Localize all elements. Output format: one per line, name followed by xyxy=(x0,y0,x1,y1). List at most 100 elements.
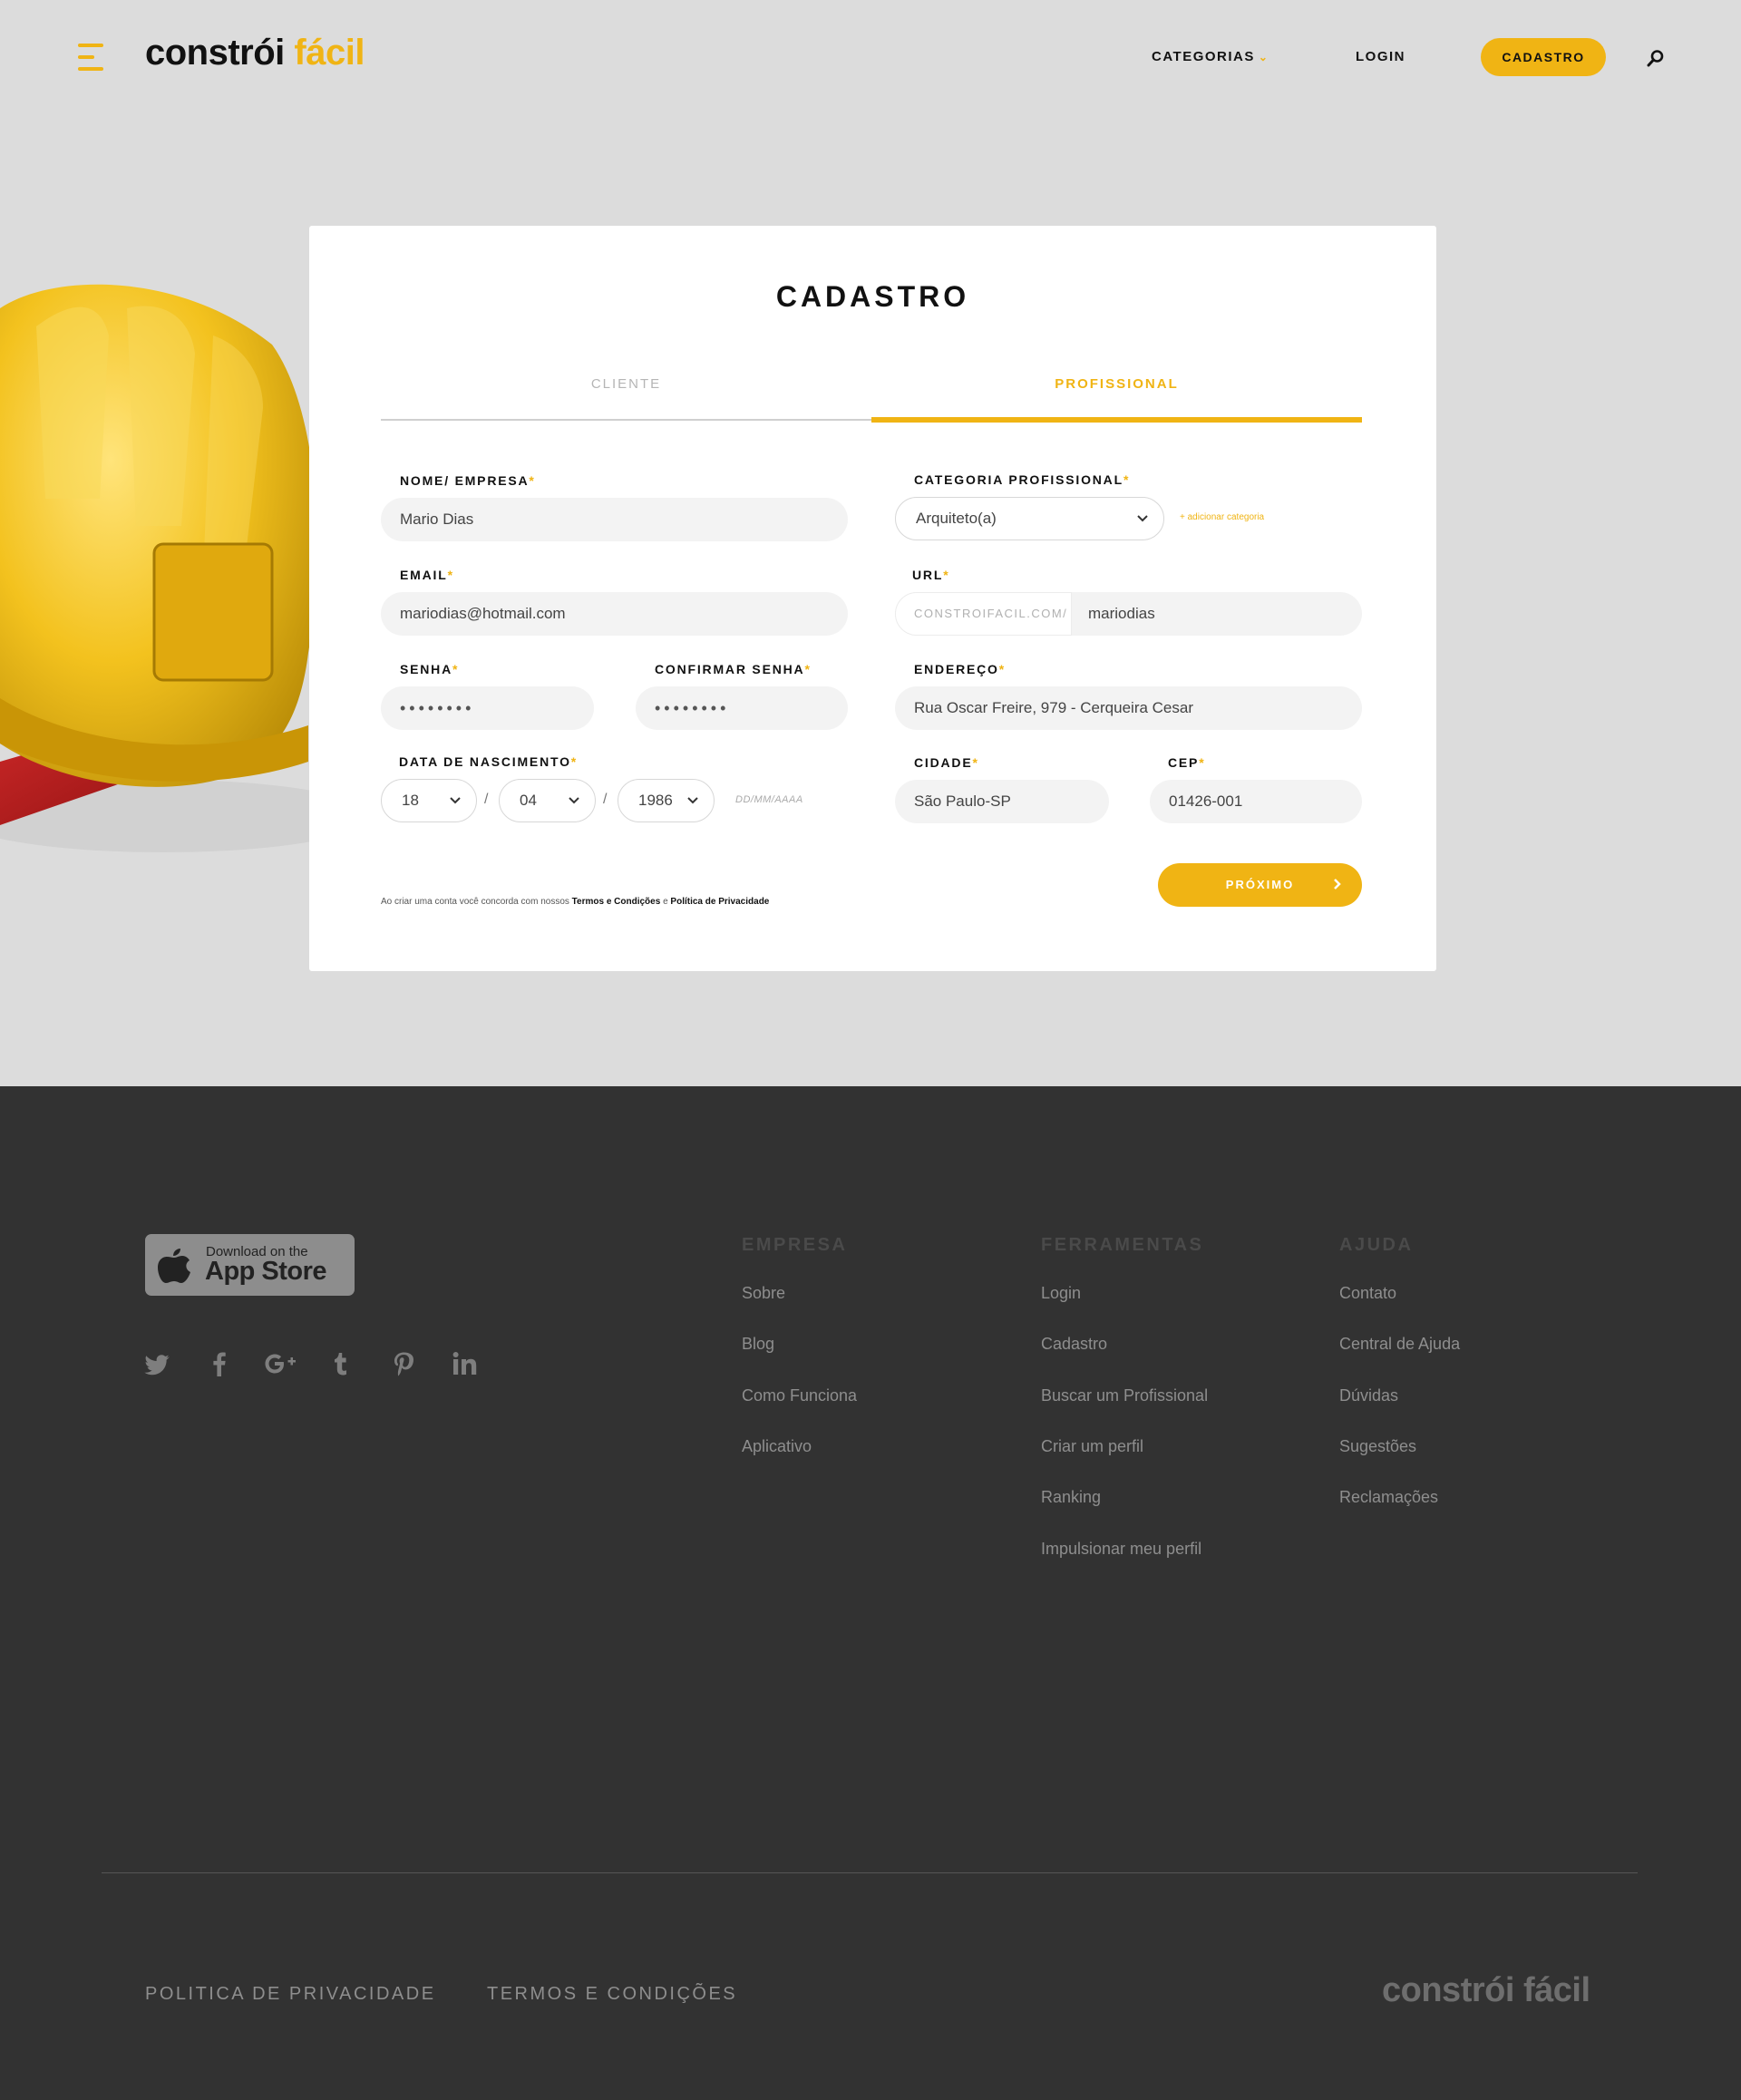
birth-year-select[interactable]: 1986 xyxy=(618,779,715,822)
footer-link-impulsionar-perfil[interactable]: Impulsionar meu perfil xyxy=(1041,1540,1201,1559)
required-mark: * xyxy=(804,662,812,676)
date-separator: / xyxy=(484,792,489,807)
tab-cliente[interactable]: CLIENTE xyxy=(381,366,871,403)
nav-categories[interactable]: CATEGORIAS ⌄ xyxy=(1152,49,1269,64)
privacy-link[interactable]: Política de Privacidade xyxy=(670,897,769,907)
password-label-text: SENHA xyxy=(400,662,453,676)
footer-link-reclamacoes[interactable]: Reclamações xyxy=(1339,1488,1438,1507)
footer-link-aplicativo[interactable]: Aplicativo xyxy=(742,1437,812,1456)
email-field[interactable]: mariodias@hotmail.com xyxy=(381,592,848,636)
next-button[interactable]: PRÓXIMO xyxy=(1158,863,1362,907)
search-icon[interactable] xyxy=(1647,49,1665,67)
facebook-icon[interactable] xyxy=(205,1349,234,1378)
confirm-password-label-text: CONFIRMAR SENHA xyxy=(655,662,805,676)
footer-link-sobre[interactable]: Sobre xyxy=(742,1284,785,1303)
birth-month-select[interactable]: 04 xyxy=(499,779,596,822)
password-label: SENHA* xyxy=(400,662,459,676)
footer-link-ranking[interactable]: Ranking xyxy=(1041,1488,1101,1507)
footer-link-cadastro[interactable]: Cadastro xyxy=(1041,1335,1107,1354)
url-prefix: CONSTROIFACIL.COM/ xyxy=(895,592,1072,636)
address-field[interactable]: Rua Oscar Freire, 979 - Cerqueira Cesar xyxy=(895,686,1362,730)
active-tab-indicator xyxy=(871,417,1362,423)
footer-link-central-ajuda[interactable]: Central de Ajuda xyxy=(1339,1335,1460,1354)
birthdate-label: DATA DE NASCIMENTO* xyxy=(399,754,578,769)
footer-heading-ferramentas: FERRAMENTAS xyxy=(1041,1235,1204,1255)
category-label: CATEGORIA PROFISSIONAL* xyxy=(914,472,1130,487)
required-mark: * xyxy=(1199,755,1206,770)
footer-logo[interactable]: constrói fácil xyxy=(1382,1971,1590,2010)
terms-and-text: e xyxy=(663,897,668,907)
confirm-password-label: CONFIRMAR SENHA* xyxy=(655,662,812,676)
terms-notice: Ao criar uma conta você concorda com nos… xyxy=(381,897,769,907)
name-label: NOME/ EMPRESA* xyxy=(400,473,536,488)
cep-field[interactable]: 01426-001 xyxy=(1150,780,1362,823)
date-format-hint: DD/MM/AAAA xyxy=(735,794,803,805)
site-footer: Download on the App Store EMPRESA Sobre … xyxy=(0,1086,1741,2100)
terms-notice-text: Ao criar uma conta você concorda com nos… xyxy=(381,897,569,907)
add-category-link[interactable]: + adicionar categoria xyxy=(1180,512,1264,522)
url-value: mariodias xyxy=(1088,605,1155,622)
url-label: URL* xyxy=(912,568,949,582)
terms-conditions-link[interactable]: TERMOS E CONDIÇÕES xyxy=(487,1984,737,2005)
twitter-icon[interactable] xyxy=(143,1349,172,1378)
birth-year-value: 1986 xyxy=(638,792,673,809)
city-label: CIDADE* xyxy=(914,755,979,770)
name-label-text: NOME/ EMPRESA xyxy=(400,473,530,488)
birth-day-value: 18 xyxy=(402,792,419,809)
email-label-text: EMAIL xyxy=(400,568,448,582)
nav-cadastro-button[interactable]: CADASTRO xyxy=(1481,38,1606,76)
apple-icon xyxy=(158,1249,190,1283)
required-mark: * xyxy=(998,662,1006,676)
cep-label-text: CEP xyxy=(1168,755,1200,770)
tumblr-icon[interactable] xyxy=(326,1349,355,1378)
required-mark: * xyxy=(943,568,950,582)
address-label-text: ENDEREÇO xyxy=(914,662,999,676)
birth-day-select[interactable]: 18 xyxy=(381,779,477,822)
confirm-password-field[interactable]: •••••••• xyxy=(636,686,848,730)
footer-divider xyxy=(102,1872,1638,1873)
chevron-down-icon: ⌄ xyxy=(1258,51,1269,63)
city-label-text: CIDADE xyxy=(914,755,973,770)
category-label-text: CATEGORIA PROFISSIONAL xyxy=(914,472,1123,487)
password-field[interactable]: •••••••• xyxy=(381,686,594,730)
footer-link-contato[interactable]: Contato xyxy=(1339,1284,1396,1303)
linkedin-icon[interactable] xyxy=(451,1349,480,1378)
birthdate-label-text: DATA DE NASCIMENTO xyxy=(399,754,571,769)
account-type-tabs: CLIENTE PROFISSIONAL xyxy=(381,366,1362,423)
footer-link-buscar-profissional[interactable]: Buscar um Profissional xyxy=(1041,1386,1208,1405)
hamburger-menu-icon[interactable] xyxy=(78,44,105,71)
city-field[interactable]: São Paulo-SP xyxy=(895,780,1109,823)
helmet-illustration xyxy=(0,284,326,852)
required-mark: * xyxy=(570,754,579,769)
privacy-policy-link[interactable]: POLITICA DE PRIVACIDADE xyxy=(145,1984,436,2005)
chevron-down-icon xyxy=(1137,515,1148,522)
footer-link-como-funciona[interactable]: Como Funciona xyxy=(742,1386,857,1405)
url-field[interactable]: CONSTROIFACIL.COM/ mariodias xyxy=(895,592,1362,636)
date-separator: / xyxy=(603,792,608,807)
app-store-badge[interactable]: Download on the App Store xyxy=(145,1234,355,1296)
nav-categories-label: CATEGORIAS xyxy=(1152,49,1255,64)
footer-link-blog[interactable]: Blog xyxy=(742,1335,774,1354)
address-label: ENDEREÇO* xyxy=(914,662,1006,676)
category-select[interactable]: Arquiteto(a) xyxy=(895,497,1164,540)
page-title: CADASTRO xyxy=(775,280,970,313)
name-field[interactable]: Mario Dias xyxy=(381,498,848,541)
required-mark: * xyxy=(972,755,979,770)
pinterest-icon[interactable] xyxy=(389,1349,418,1378)
chevron-right-icon xyxy=(1334,879,1341,890)
required-mark: * xyxy=(529,473,536,488)
footer-link-duvidas[interactable]: Dúvidas xyxy=(1339,1386,1398,1405)
google-plus-icon[interactable] xyxy=(263,1349,299,1378)
footer-link-sugestoes[interactable]: Sugestões xyxy=(1339,1437,1416,1456)
chevron-down-icon xyxy=(687,797,698,804)
footer-link-login[interactable]: Login xyxy=(1041,1284,1081,1303)
nav-login[interactable]: LOGIN xyxy=(1356,49,1405,64)
cep-label: CEP* xyxy=(1168,755,1205,770)
signup-card: CADASTRO CLIENTE PROFISSIONAL NOME/ EMPR… xyxy=(309,226,1436,971)
terms-link[interactable]: Termos e Condições xyxy=(572,897,661,907)
required-mark: * xyxy=(1123,472,1131,487)
site-logo[interactable]: constrói fácil xyxy=(145,33,365,73)
tab-profissional[interactable]: PROFISSIONAL xyxy=(871,366,1362,403)
birth-month-value: 04 xyxy=(520,792,537,809)
footer-link-criar-perfil[interactable]: Criar um perfil xyxy=(1041,1437,1143,1456)
